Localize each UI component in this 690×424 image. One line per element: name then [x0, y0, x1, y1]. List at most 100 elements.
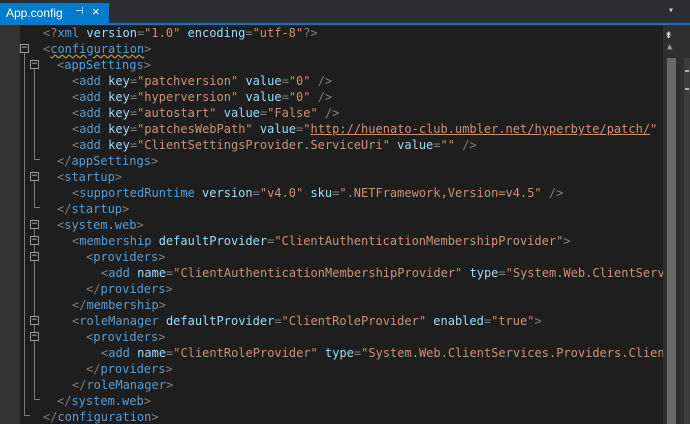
- code-line-12: </startup>: [57, 201, 129, 217]
- code-token: "System.Web.ClientServices.Providers.Cli…: [505, 266, 663, 280]
- code-line-15: <providers>: [86, 249, 166, 265]
- code-token: >: [151, 410, 159, 424]
- code-line-10: <startup>: [57, 169, 122, 185]
- code-token: providers: [100, 282, 166, 296]
- code-token: =: [129, 106, 138, 120]
- code-token: add: [108, 266, 130, 280]
- fold-guide: [34, 69, 35, 160]
- tab-app-config[interactable]: App.config ⊣ ×: [0, 3, 109, 23]
- split-editor-icon[interactable]: ⇟: [665, 27, 672, 41]
- code-token: />: [454, 138, 477, 152]
- close-icon[interactable]: ×: [92, 4, 100, 19]
- patch-url-link[interactable]: http://huenato-club.umbler.net/hyperbyte…: [310, 122, 650, 136]
- code-token: configuration: [57, 410, 152, 424]
- code-token: >: [143, 58, 151, 72]
- code-token: >: [165, 362, 173, 376]
- scroll-thumb[interactable]: [667, 58, 676, 424]
- code-token: =: [281, 74, 289, 88]
- code-token: name: [129, 266, 167, 280]
- collapse-icon[interactable]: −: [30, 172, 39, 181]
- code-token: >: [136, 218, 144, 232]
- code-token: appSettings: [64, 58, 144, 72]
- code-token: </: [72, 378, 87, 392]
- code-token: "utf-8": [252, 26, 304, 40]
- fold-guide-end: [34, 399, 40, 400]
- code-line-13: <system.web>: [57, 217, 144, 233]
- code-token: value: [238, 90, 282, 104]
- code-token: />: [317, 106, 340, 120]
- code-token: =: [129, 90, 138, 104]
- tab-overflow-icon[interactable]: ▾: [668, 5, 674, 16]
- code-line-2: <configuration>: [43, 41, 151, 57]
- code-token: sku: [303, 186, 333, 200]
- code-token: value: [252, 122, 297, 136]
- code-token: >: [563, 234, 571, 248]
- collapse-icon[interactable]: −: [30, 220, 39, 229]
- code-token: configuration: [50, 42, 145, 56]
- collapse-icon[interactable]: −: [30, 236, 39, 245]
- collapse-icon[interactable]: −: [30, 332, 39, 341]
- overview-marker: [685, 70, 689, 72]
- code-token: providers: [100, 362, 166, 376]
- scroll-up-icon[interactable]: ▲: [667, 42, 672, 52]
- code-token: providers: [93, 250, 159, 264]
- code-token: type: [317, 346, 354, 360]
- code-token: xml: [57, 26, 80, 40]
- code-token: defaultProvider: [151, 234, 268, 248]
- code-token: </: [86, 362, 101, 376]
- code-token: </: [86, 282, 101, 296]
- code-line-24: </system.web>: [57, 393, 151, 409]
- code-token: "1.0": [144, 26, 181, 40]
- code-token: </: [57, 202, 72, 216]
- code-token: =: [129, 74, 138, 88]
- code-token: key: [100, 138, 130, 152]
- code-token: />: [541, 186, 564, 200]
- code-token: add: [108, 346, 130, 360]
- code-token: =: [129, 138, 138, 152]
- document-tab-bar: App.config ⊣ × ▾: [0, 0, 690, 25]
- code-token: startup: [71, 202, 123, 216]
- code-token: "False": [267, 106, 318, 120]
- code-token: system.web: [71, 394, 144, 408]
- code-token: =: [483, 314, 492, 328]
- tab-title: App.config: [6, 6, 63, 20]
- collapse-icon[interactable]: −: [30, 252, 39, 261]
- code-token: =: [433, 138, 441, 152]
- code-token: value: [216, 106, 260, 120]
- code-line-7: <add key="patchesWebPath" value="http://…: [72, 121, 663, 137]
- fold-guide: [34, 181, 35, 208]
- fold-guide-end: [34, 159, 40, 160]
- collapse-icon[interactable]: −: [20, 44, 29, 53]
- code-token: startup: [64, 170, 115, 184]
- code-token: "ClientAuthenticationMembershipProvider": [173, 266, 463, 280]
- code-line-6: <add key="autostart" value="False" />: [72, 105, 339, 121]
- code-token: type: [462, 266, 499, 280]
- code-line-9: </appSettings>: [57, 153, 158, 169]
- code-line-14: <membership defaultProvider="ClientAuthe…: [72, 233, 571, 249]
- code-token: =: [129, 122, 138, 136]
- collapse-icon[interactable]: −: [30, 60, 39, 69]
- code-token: =: [498, 266, 506, 280]
- code-token: enabled: [426, 314, 484, 328]
- code-token: name: [129, 346, 167, 360]
- code-token: >: [114, 170, 123, 184]
- code-editor[interactable]: <?xml version="1.0" encoding="utf-8"?> <…: [43, 25, 663, 424]
- pin-icon[interactable]: ⊣: [75, 6, 84, 17]
- collapse-icon[interactable]: −: [30, 316, 39, 325]
- code-token: add: [79, 106, 101, 120]
- code-token: membership: [79, 234, 152, 248]
- code-token: add: [79, 90, 101, 104]
- fold-guide-end: [24, 415, 30, 416]
- code-token: />: [310, 90, 333, 104]
- code-token: ?>: [303, 26, 318, 40]
- code-token: defaultProvider: [158, 314, 275, 328]
- code-token: "System.Web.ClientServices.Providers.Cli…: [361, 346, 663, 360]
- code-line-17: </providers>: [86, 281, 173, 297]
- code-token: version: [194, 186, 253, 200]
- code-line-3: <appSettings>: [57, 57, 151, 73]
- code-token: "autostart": [137, 106, 217, 120]
- code-token: >: [122, 202, 130, 216]
- code-token: >: [165, 282, 173, 296]
- code-token: value: [238, 74, 282, 88]
- code-token: key: [100, 106, 130, 120]
